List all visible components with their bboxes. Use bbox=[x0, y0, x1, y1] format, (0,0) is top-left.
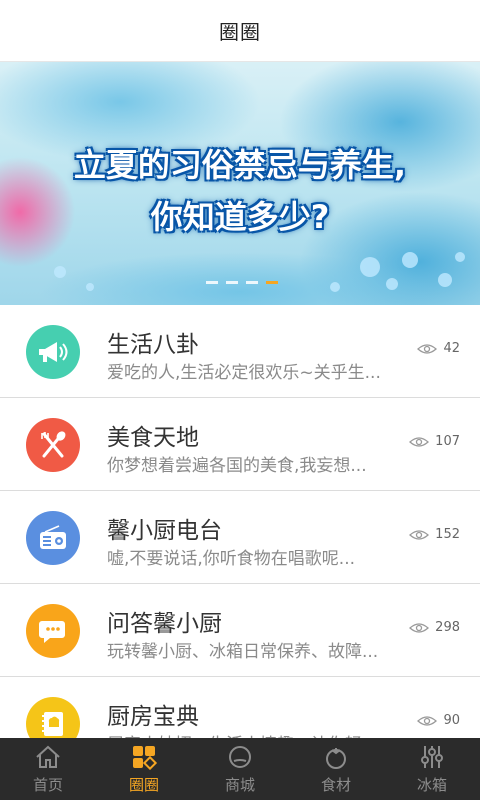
views-number: 42 bbox=[443, 341, 460, 356]
carousel-dot[interactable] bbox=[206, 281, 218, 284]
carousel-indicator bbox=[206, 281, 278, 284]
views-count: 90 bbox=[417, 713, 460, 728]
megaphone-icon bbox=[26, 325, 80, 379]
list-item-title: 馨小厨电台 bbox=[107, 518, 222, 544]
list-item[interactable]: 美食天地 你梦想着尝遍各国的美食,我妄想... 107 bbox=[0, 398, 480, 491]
carousel-dot-active[interactable] bbox=[266, 281, 278, 284]
top-header: 圈圈 bbox=[0, 0, 480, 62]
fork-spoon-icon bbox=[26, 418, 80, 472]
chat-icon bbox=[26, 604, 80, 658]
eye-icon bbox=[409, 529, 430, 540]
list-item-title: 美食天地 bbox=[107, 425, 199, 451]
tab-mall-label: 商城 bbox=[224, 775, 255, 794]
sliders-icon bbox=[421, 745, 443, 768]
grid-icon bbox=[133, 745, 158, 770]
eye-icon bbox=[417, 715, 438, 726]
tab-mall[interactable]: 商城 bbox=[192, 738, 288, 800]
list-item[interactable]: 生活八卦 爱吃的人,生活必定很欢乐~关乎生... 42 bbox=[0, 305, 480, 398]
circle-list: 生活八卦 爱吃的人,生活必定很欢乐~关乎生... 42 美食天地 你梦想着尝遍各… bbox=[0, 305, 480, 770]
tab-home-label: 首页 bbox=[32, 775, 63, 794]
tab-ingredients-label: 食材 bbox=[320, 775, 351, 794]
home-icon bbox=[36, 745, 60, 768]
eye-icon bbox=[417, 343, 438, 354]
views-number: 107 bbox=[435, 434, 460, 449]
page-title: 圈圈 bbox=[219, 20, 261, 44]
views-number: 90 bbox=[443, 713, 460, 728]
tab-circles-label: 圈圈 bbox=[128, 775, 159, 794]
tomato-icon bbox=[326, 747, 346, 769]
carousel-dot[interactable] bbox=[226, 281, 238, 284]
list-item-desc: 爱吃的人,生活必定很欢乐~关乎生... bbox=[107, 363, 381, 383]
views-count: 107 bbox=[409, 434, 460, 449]
list-item[interactable]: 馨小厨电台 嘘,不要说话,你听食物在唱歌呢... 152 bbox=[0, 491, 480, 584]
list-item-title: 问答馨小厨 bbox=[107, 611, 222, 637]
views-count: 152 bbox=[409, 527, 460, 542]
tab-ingredients[interactable]: 食材 bbox=[288, 738, 384, 800]
app-screen: 圈圈 立夏的习俗禁忌与养生, 你知道多少? 生活八卦 爱吃的人,生活必定很欢乐~… bbox=[0, 0, 480, 800]
views-count: 298 bbox=[409, 620, 460, 635]
list-item[interactable]: 问答馨小厨 玩转馨小厨、冰箱日常保养、故障... 298 bbox=[0, 584, 480, 677]
list-item-desc: 玩转馨小厨、冰箱日常保养、故障... bbox=[107, 642, 379, 662]
eye-icon bbox=[409, 436, 430, 447]
list-item-title: 厨房宝典 bbox=[107, 704, 199, 730]
carousel-dot[interactable] bbox=[246, 281, 258, 284]
tab-home[interactable]: 首页 bbox=[0, 738, 96, 800]
bottom-tab-bar: 首页 圈圈 商城 食材 冰箱 bbox=[0, 738, 480, 800]
views-number: 152 bbox=[435, 527, 460, 542]
tab-circles[interactable]: 圈圈 bbox=[96, 738, 192, 800]
tab-fridge[interactable]: 冰箱 bbox=[384, 738, 480, 800]
list-item-desc: 你梦想着尝遍各国的美食,我妄想... bbox=[107, 456, 367, 476]
banner-headline-line1: 立夏的习俗禁忌与养生, bbox=[73, 146, 407, 184]
tab-fridge-label: 冰箱 bbox=[416, 775, 447, 794]
banner-carousel[interactable]: 立夏的习俗禁忌与养生, 你知道多少? bbox=[0, 62, 480, 305]
banner-headline-line2: 你知道多少? bbox=[150, 198, 330, 236]
list-item-title: 生活八卦 bbox=[107, 332, 199, 358]
mall-icon bbox=[229, 745, 251, 768]
views-count: 42 bbox=[417, 341, 460, 356]
radio-icon bbox=[26, 511, 80, 565]
eye-icon bbox=[409, 622, 430, 633]
views-number: 298 bbox=[435, 620, 460, 635]
list-item-desc: 嘘,不要说话,你听食物在唱歌呢... bbox=[107, 549, 356, 569]
